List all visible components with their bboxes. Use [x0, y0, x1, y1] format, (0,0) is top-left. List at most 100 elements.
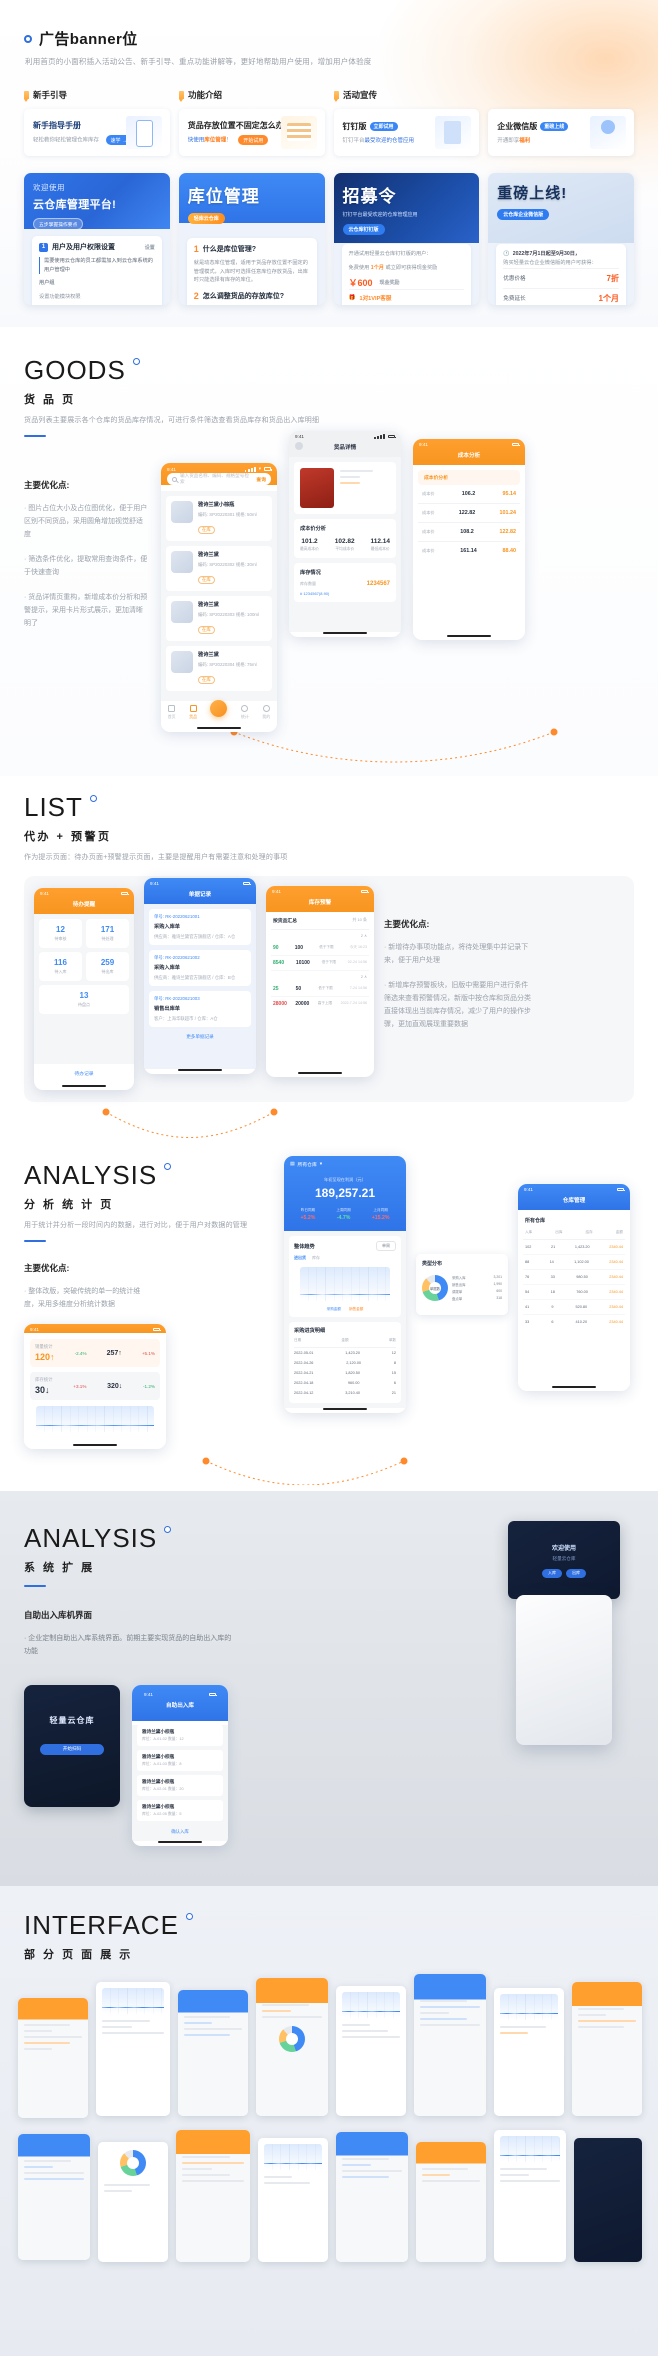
cost-label: 最高成本价	[300, 547, 319, 551]
extension-opt-0: · 企业定制自助出入库系统界面。前期主要实现货品的自助出入库的功能	[24, 1635, 232, 1655]
list-phone-records[interactable]: 9:41 单据记录 单号: RK-20220621001 采购入库单 供应商：雅…	[144, 878, 256, 1075]
todo-record-button[interactable]: 待办记录	[34, 1064, 134, 1085]
trend-tab-0[interactable]: 进出货	[294, 1255, 306, 1261]
extension-rule	[24, 1585, 46, 1588]
goods-list-item[interactable]: 雅诗兰黛 编码: SP20220303 规格: 100ml 在库	[166, 596, 272, 642]
type-distribution-card[interactable]: 类型分布 单据数 采购入库 3,201 销售出库 1,990 调拨单 600 盘点单 3…	[416, 1254, 508, 1316]
list-opt-1: · 新增库存预警板块，旧版中需要用户进行条件筛选来查看预警情况，新版中按仓库和货…	[384, 982, 531, 1028]
legend-name: 调拨单	[452, 1290, 463, 1295]
todo-stat-card[interactable]: 171 待处理	[86, 919, 129, 949]
analysis-phone-small[interactable]: 9:41 销量统计 120↑ -2.4% 257↑ +5.1% 库存统计 30↓	[24, 1324, 166, 1450]
feature-card-welcome[interactable]: 欢迎使用 云仓库管理平台! 五步掌握操作要点 1 用户及用户权限设置 设置 需要…	[24, 173, 170, 305]
promo-button[interactable]: 开始试用	[238, 135, 269, 145]
stat-row-label: 成本价	[422, 491, 435, 496]
goods-title-en: GOODS	[24, 355, 126, 385]
feature-card-launch[interactable]: 重磅上线! 云仓库企业微信版 🕐 2022年7月1日起至9月30日， 购买轻量云仓…	[488, 173, 634, 305]
collage-tile	[416, 2141, 486, 2262]
banner-category-2: 活动宣传	[334, 89, 479, 107]
promo-card-newbie[interactable]: 新手指导手册 轻松教你轻松管理仓库库存 速学 →	[24, 109, 170, 156]
trend-tab-1[interactable]: 库存	[312, 1255, 320, 1261]
tab-home[interactable]: 首页	[168, 705, 176, 720]
more-records-button[interactable]: 更多单据记录	[149, 1027, 251, 1042]
dark-phone-title: 轻量云仓库	[49, 1715, 95, 1725]
goods-list-item[interactable]: 雅诗兰黛 编码: SP20220302 规格: 30ml 在库	[166, 546, 272, 592]
promo-card-dingtalk[interactable]: 钉钉版 立即试用 钉钉平台最受欢迎的仓管应用	[333, 109, 480, 156]
collage-tile	[18, 2133, 90, 2260]
todo-stat-card[interactable]: 12 待审核	[39, 919, 82, 949]
goods-list-item[interactable]: 雅诗兰黛小棕瓶 编码: SP20220301 规格: 50ml 在库	[166, 496, 272, 542]
cell: 9	[551, 1305, 554, 1310]
goods-tabbar[interactable]: 首页 货品 统计 我的	[161, 699, 277, 728]
item-title: 雅诗兰黛小棕瓶	[142, 1753, 175, 1759]
back-icon[interactable]	[295, 442, 303, 450]
record-card[interactable]: 单号: RK-20220621002 采购入库单 供应商：雅诗兰黛官方旗舰店 /…	[149, 950, 251, 987]
extension-confirm-button[interactable]: 确认入库	[132, 1825, 228, 1835]
tab-stats[interactable]: 统计	[241, 705, 249, 720]
record-card[interactable]: 单号: RK-20220621003 销售出库单 客户：上海华联超市 / 仓库：…	[149, 991, 251, 1028]
record-sub: 供应商：雅诗兰黛官方旗舰店 / 仓库：B仓	[154, 975, 236, 981]
analysis-title-en: ANALYSIS	[24, 1160, 158, 1191]
extension-dark-phone[interactable]: 轻量云仓库 开始扫码	[24, 1684, 120, 1807]
product-sub: 编码: SP20220304 规格: 75ml	[198, 662, 257, 668]
list-phone-alerts[interactable]: 9:41 库存预警 按货品汇总 共 10 条 2 ∧ 90 100 低于下限 今…	[266, 886, 374, 1078]
cta-label: 1对1VIP客服	[359, 296, 392, 303]
alerts-group-head[interactable]: 2 ∧	[271, 930, 369, 941]
promo-card-location[interactable]: 货品存放位置不固定怎么办? 快使用库位管理！ 开始试用	[178, 109, 325, 156]
stat-number: 13	[79, 991, 89, 1001]
analysis-phone-warehouse[interactable]: 9:41 仓库管理 所有仓库 入库 出库 结存 金额 102 21 1,423.20…	[518, 1184, 630, 1392]
stat-row-c: 101.24	[499, 510, 516, 516]
todo-stat-card[interactable]: 13 待盘点	[39, 985, 129, 1015]
record-card[interactable]: 单号: RK-20220621001 采购入库单 供应商：雅诗兰黛官方旗舰店 /…	[149, 909, 251, 946]
trend-title: 整体趋势	[294, 1243, 315, 1250]
kiosk-screen[interactable]: 欢迎使用 轻量云仓库 入库 出库	[508, 1521, 620, 1600]
goods-phone-stat[interactable]: 9:41 成本分析 成本价分析 成本价 106.2 95.14 成本价 122.…	[413, 439, 525, 640]
alerts-group-head[interactable]: 2 ∧	[271, 971, 369, 982]
analysis-phone-kpi[interactable]: ▤ 所有仓库 ▾ 年初至现在利润（元） 189,257.21 昨日同期 +5.2%…	[284, 1156, 406, 1414]
tab-mine[interactable]: 我的	[262, 705, 270, 720]
cell: 760.00	[576, 1290, 588, 1295]
feature-card-recruit[interactable]: 招募令 钉钉平台最受欢迎的仓库管理应用 云仓库钉钉版 开通试用轻量云仓库钉钉版的…	[333, 173, 480, 305]
todo-stat-card[interactable]: 116 待入库	[39, 952, 82, 982]
extension-title-en: ANALYSIS	[24, 1523, 158, 1554]
extension-light-phone[interactable]: 9:41 自助出入库 雅诗兰黛小棕瓶 库位：A-01-02 数量：12 雅诗兰黛小…	[132, 1684, 228, 1846]
alert-a: 8540	[273, 960, 285, 967]
type-chart-title: 类型分布	[422, 1261, 443, 1268]
kiosk-in-button[interactable]: 入库	[542, 1568, 562, 1578]
extension-list-item[interactable]: 雅诗兰黛小棕瓶 库位：A-01-03 数量：8	[137, 1749, 223, 1771]
list-opt-0: · 新增待办事项功能点，将待处理集中并记录下来，便于用户处理	[384, 944, 529, 965]
collage-tile	[178, 1989, 248, 2116]
extension-list-item[interactable]: 雅诗兰黛小棕瓶 库位：A-02-05 数量：5	[137, 1799, 223, 1821]
kiosk-out-button[interactable]: 出库	[566, 1568, 586, 1578]
stat-row-b: 106.2	[461, 491, 476, 497]
list-phone-todo[interactable]: 9:41 待办提醒 12 待审核 171 待处理 116 待入库 259 待出库 13 待…	[34, 888, 134, 1091]
trend-line-chart	[300, 1267, 390, 1302]
stat-tab[interactable]: 成本价分析	[418, 470, 520, 485]
tab-goods[interactable]: 货品	[189, 705, 197, 720]
chevron-down-icon[interactable]: ▾	[320, 1162, 322, 1167]
promo-card-wecom[interactable]: 企业微信版 重磅上线 开通即享福利	[488, 109, 634, 156]
battery-icon	[153, 1327, 161, 1332]
product-title: 雅诗兰黛	[198, 652, 219, 659]
bullet-ring-icon	[24, 34, 32, 43]
promo-badge: 重磅上线	[540, 122, 569, 131]
warehouse-section: 所有仓库	[525, 1218, 546, 1225]
cell: 14	[549, 1260, 554, 1265]
status-time: 9:41	[167, 466, 176, 472]
kpi-selector[interactable]: 所有仓库	[298, 1161, 317, 1168]
trend-selector[interactable]: 单周	[376, 1241, 396, 1252]
feature-card-location[interactable]: 库位管理 轻库云仓库 1 什么是库位管理? 就是动态库位管理，适用于货品存放位置…	[178, 173, 325, 305]
goods-search-input[interactable]: 输入货品名称、编码、规格型号检索 查询	[167, 473, 271, 485]
scan-fab-button[interactable]	[210, 699, 228, 717]
extension-list-item[interactable]: 雅诗兰黛小棕瓶 库位：A-02-01 数量：20	[137, 1774, 223, 1796]
dark-phone-button[interactable]: 开始扫码	[40, 1743, 104, 1755]
alerts-section: 按货品汇总	[273, 919, 297, 925]
search-button[interactable]: 查询	[256, 476, 266, 483]
goods-phone-detail[interactable]: 9:41 货品详情 成本价分析 101.2 最高成本价 102.82 平均成本价…	[289, 431, 401, 637]
item-title: 雅诗兰黛小棕瓶	[142, 1803, 175, 1809]
goods-list-item[interactable]: 雅诗兰黛 编码: SP20220304 规格: 75ml 在库	[166, 646, 272, 692]
analysis-opt-0: · 整体改版，突破传统的单一的统计维度，采用多维度分析统计数据	[24, 1288, 141, 1309]
todo-stat-card[interactable]: 259 待出库	[86, 952, 129, 982]
extension-list-item[interactable]: 雅诗兰黛小棕瓶 库位：A-01-02 数量：12	[137, 1724, 223, 1746]
goods-phone-list[interactable]: 9:41 ▾ 输入货品名称、编码、规格型号检索 查询 雅诗兰黛小棕瓶 编码: S…	[161, 463, 277, 733]
recruit-cta[interactable]: 🎁 1对1VIP客服	[348, 289, 465, 305]
